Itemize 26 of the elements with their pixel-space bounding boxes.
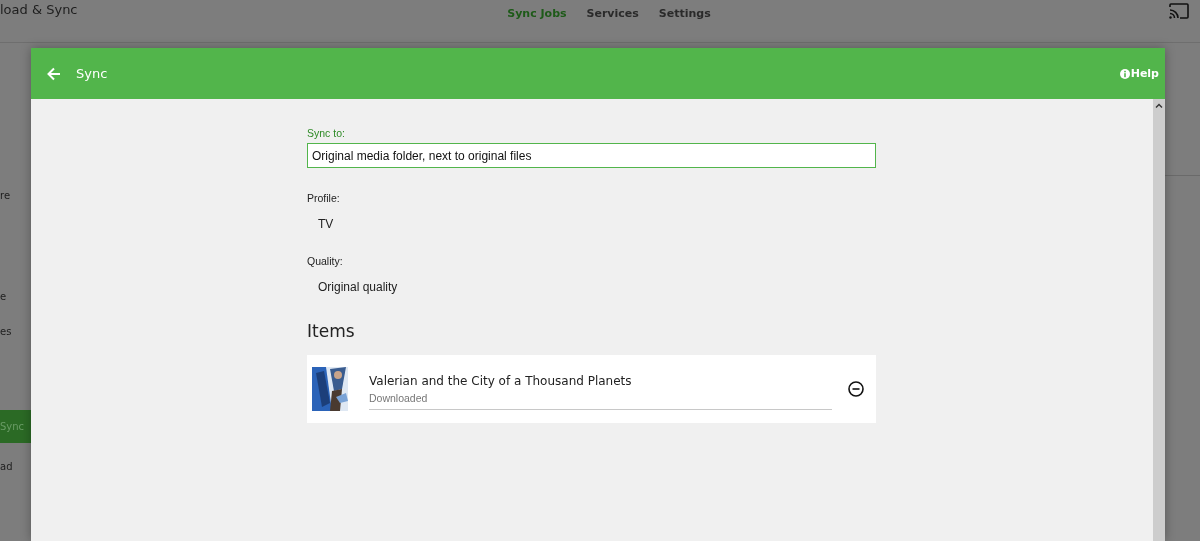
section-heading: Items bbox=[307, 321, 355, 341]
item-status: Downloaded bbox=[369, 392, 429, 404]
sidebar-item[interactable]: Sync bbox=[0, 410, 31, 443]
sync-to-field[interactable]: Original media folder, next to original files bbox=[307, 143, 876, 168]
field-label: Sync to: bbox=[307, 127, 345, 139]
dialog-title: Sync bbox=[76, 66, 108, 81]
field-label: Profile: bbox=[307, 192, 340, 204]
profile-value[interactable]: TV bbox=[318, 217, 334, 231]
scroll-up-icon[interactable] bbox=[1155, 103, 1163, 108]
field-label: Quality: bbox=[307, 255, 343, 267]
tab[interactable]: Services bbox=[586, 7, 639, 20]
help-button[interactable]: Help bbox=[1119, 67, 1159, 80]
sidebar-item[interactable]: ad bbox=[0, 460, 31, 474]
back-arrow-icon[interactable] bbox=[47, 66, 61, 81]
tab[interactable]: Settings bbox=[658, 7, 711, 20]
item-title: Valerian and the City of a Thousand Planets bbox=[369, 374, 633, 388]
info-icon bbox=[1119, 68, 1130, 79]
sidebar-item[interactable]: es bbox=[0, 325, 31, 339]
sidebar-item[interactable]: re bbox=[0, 189, 31, 203]
item-card[interactable]: Valerian and the City of a Thousand Planets Downloaded bbox=[307, 355, 876, 423]
page-title: load & Sync bbox=[0, 2, 78, 17]
quality-value[interactable]: Original quality bbox=[318, 280, 398, 294]
remove-icon[interactable] bbox=[848, 381, 864, 397]
sidebar-item[interactable]: e bbox=[0, 290, 31, 304]
scrollbar[interactable] bbox=[1153, 99, 1165, 541]
cast-icon[interactable] bbox=[1169, 3, 1189, 19]
